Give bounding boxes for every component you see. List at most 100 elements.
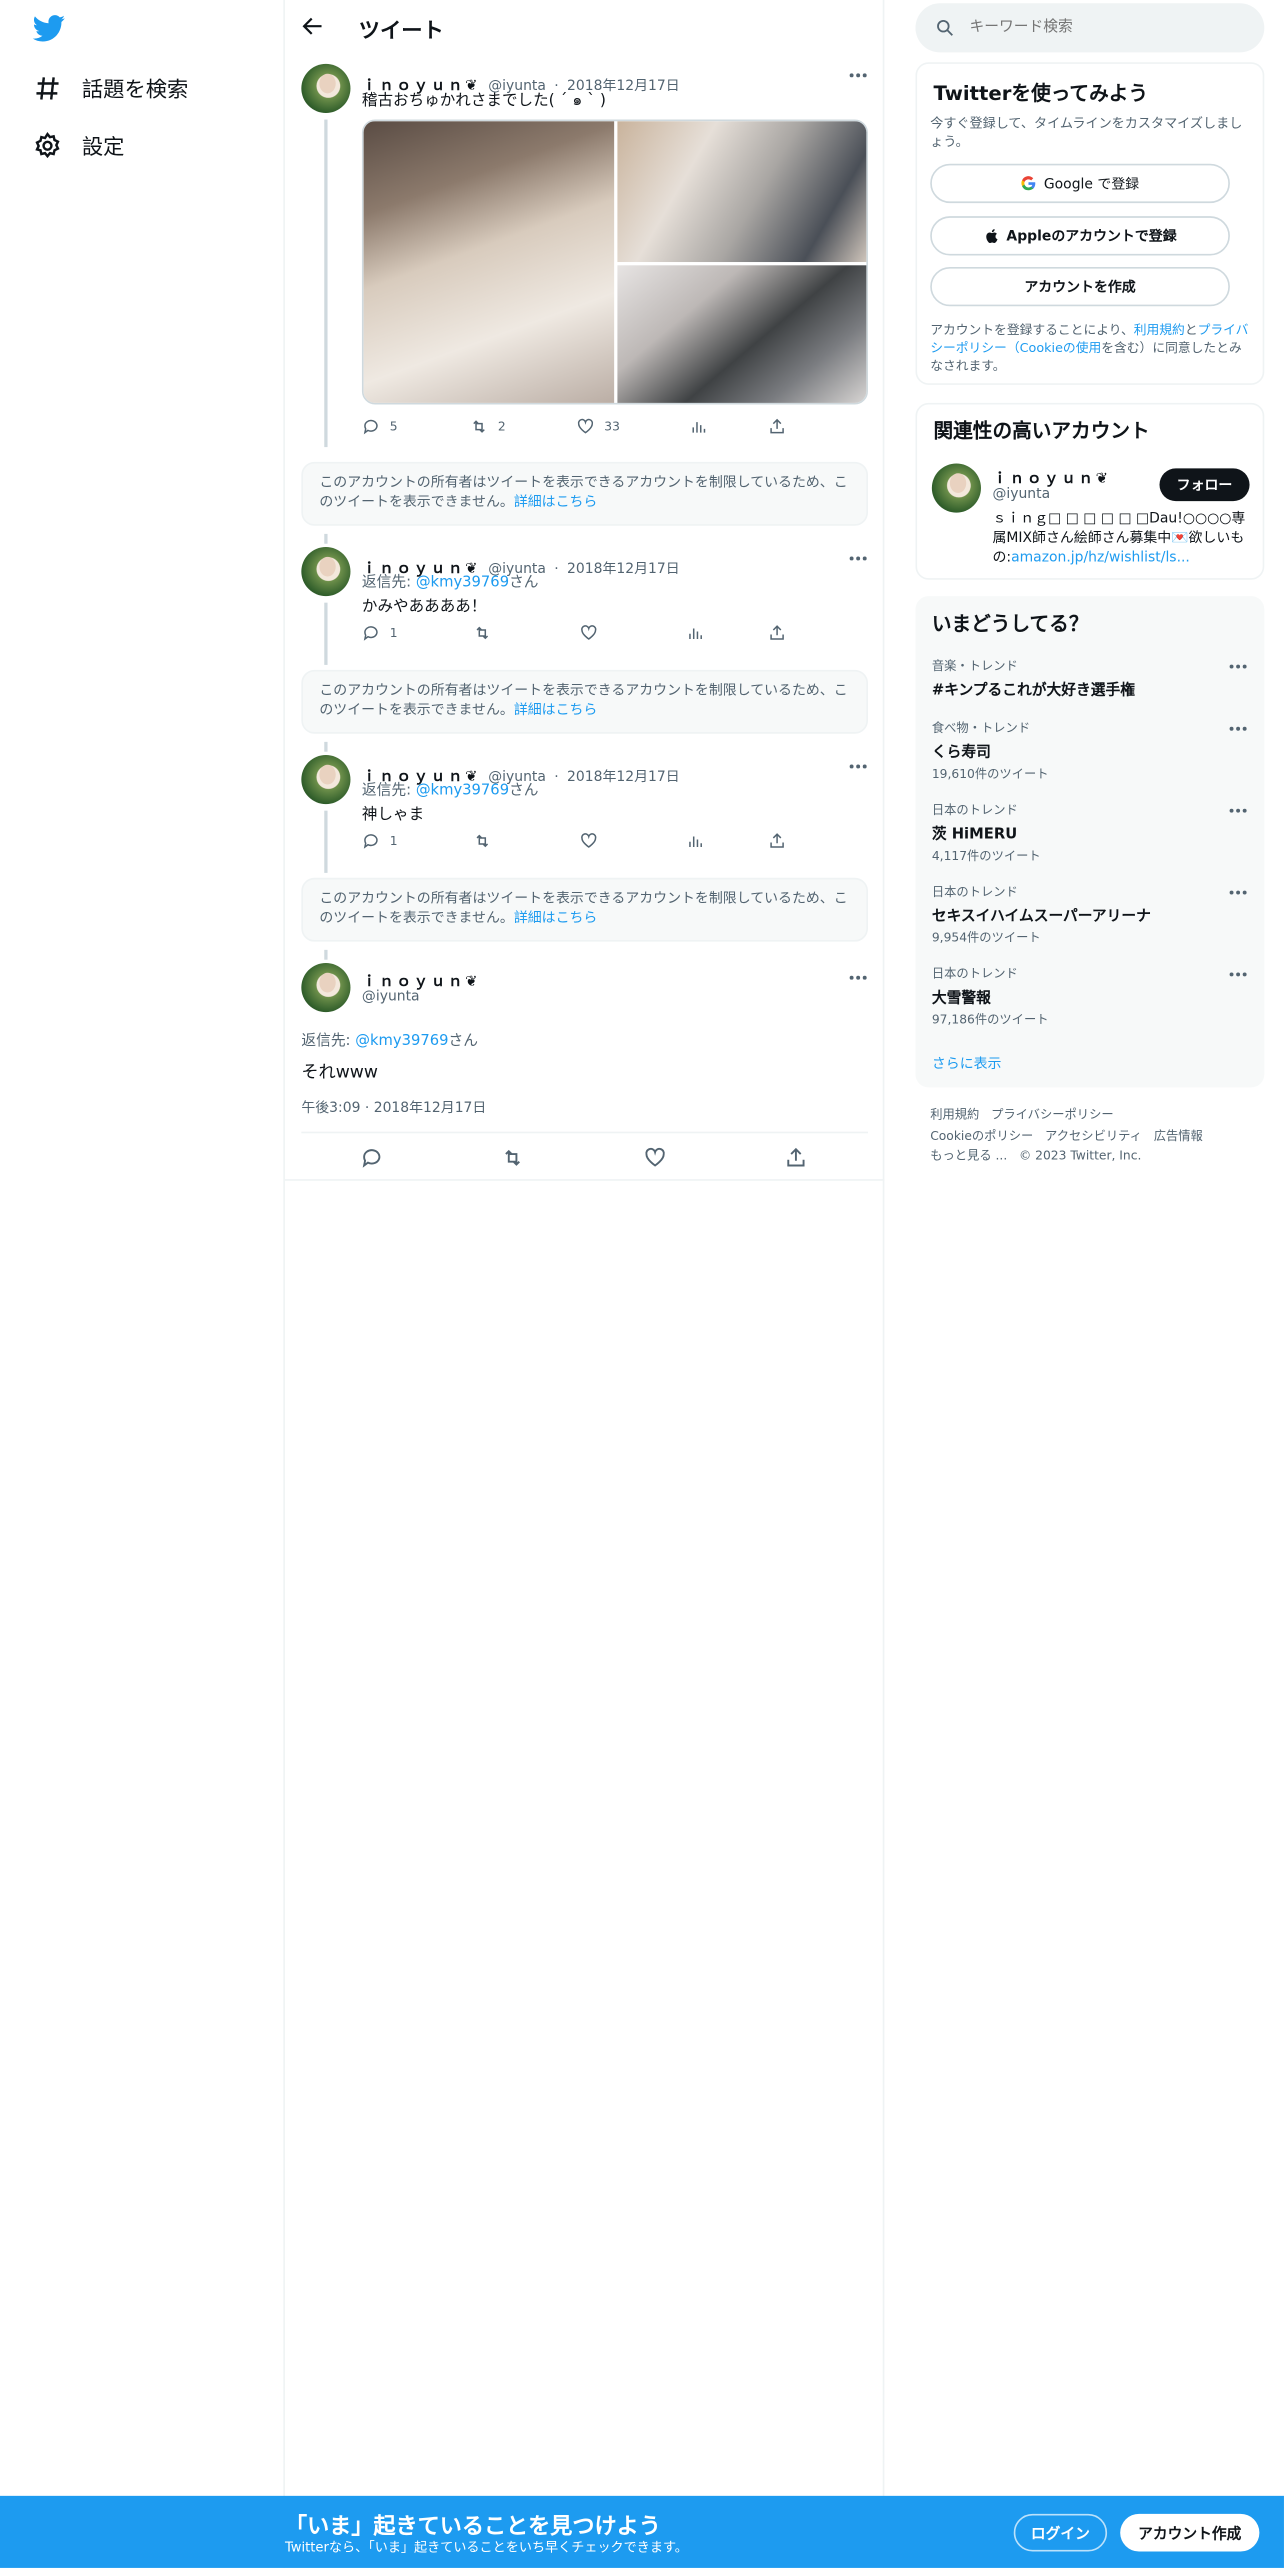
retweet-count: 2 [497,419,506,434]
tweet-2[interactable]: ｉｎｏｙｕｎ❦ @iyunta · 2018年12月17日 返信先: @kmy3… [285,533,884,665]
avatar[interactable] [301,962,351,1013]
footer-more-link[interactable]: もっと見る ... [930,1148,1007,1163]
follow-button[interactable]: フォロー [1159,468,1250,502]
trend-count: 9,954件のツイート [931,930,1041,945]
bottom-bar-title: 「いま」起きていることを見つけよう [284,2513,661,2541]
show-more-link[interactable]: さらに表示 [932,1053,1002,1072]
login-button[interactable]: ログイン [1013,2513,1108,2552]
trend-name: #キンプるこれが大好き選手権 [931,682,1135,700]
reply-to-link[interactable]: @kmy39769 [416,783,509,799]
more-options-icon[interactable] [1228,726,1248,733]
more-options-icon[interactable] [1228,889,1248,896]
tweet-photo-3[interactable] [617,265,867,403]
tweet-photo-2[interactable] [617,121,867,263]
reply-button[interactable]: 1 [362,832,398,850]
signup-card: Twitterを使ってみよう 今すぐ登録して、タイムラインをカスタマイズしましょ… [915,62,1265,385]
like-button[interactable] [580,832,608,850]
tweet-date[interactable]: 2018年12月17日 [567,770,680,786]
tweet-author-name[interactable]: ｉｎｏｙｕｎ❦ [362,970,480,990]
avatar[interactable] [301,63,351,114]
search-input[interactable] [969,14,1248,41]
reply-button[interactable]: 5 [362,418,398,436]
signup-button[interactable]: アカウント作成 [1120,2513,1260,2552]
related-title: 関連性の高いアカウント [933,419,1150,443]
retweet-button[interactable] [473,624,501,642]
terms-link[interactable]: 利用規約 [1134,323,1185,338]
share-button[interactable] [768,624,796,642]
related-name[interactable]: ｉｎｏｙｕｎ❦ [992,467,1110,488]
trend-count: 4,117件のツイート [931,848,1041,864]
search-box[interactable] [915,3,1265,53]
dot-separator: · [554,769,559,787]
trend-name: 茨 HiMERU [931,827,1018,844]
footer-ads-link[interactable]: 広告情報 [1154,1128,1203,1143]
avatar[interactable] [301,546,351,597]
share-icon [770,625,784,640]
learn-more-link[interactable]: 詳細はこちら [514,495,598,511]
analytics-button[interactable] [686,832,714,850]
trend-item[interactable]: 日本のトレンド 茨 HiMERU 4,117件のツイート [932,801,1251,865]
signup-title: Twitterを使ってみよう [933,81,1149,105]
analytics-button[interactable] [689,418,717,436]
share-button[interactable] [768,418,796,436]
apple-signup-button[interactable]: Appleのアカウントで登録 [930,216,1230,256]
reply-to-link[interactable]: @kmy39769 [416,575,509,591]
footer-cookie-link[interactable]: Cookieのポリシー [930,1128,1033,1143]
tweet-date[interactable]: 2018年12月17日 [567,562,680,578]
thread-line [324,119,328,448]
tweet-timestamp[interactable]: 午後3:09 · 2018年12月17日 [301,1097,486,1117]
google-signup-button[interactable]: Google で登録 [930,163,1230,204]
retweet-icon[interactable] [501,1146,524,1169]
google-icon [1022,176,1036,191]
retweet-button[interactable]: 2 [470,418,506,436]
tweet-author-handle[interactable]: @iyunta [362,989,420,1005]
tweet-3[interactable]: ｉｎｏｙｕｎ❦ @iyunta · 2018年12月17日 返信先: @kmy3… [285,741,884,873]
more-options-icon[interactable] [1228,971,1248,978]
reply-icon[interactable] [360,1146,383,1169]
bio-link[interactable]: amazon.jp/hz/wishlist/ls... [1011,550,1190,566]
trend-item[interactable]: 食べ物・トレンド くら寿司 19,610件のツイート [932,719,1251,783]
back-arrow-icon[interactable] [300,13,326,39]
share-button[interactable] [768,832,796,850]
avatar[interactable] [931,463,981,513]
trends-card: いまどうしてる？ 音楽・トレンド #キンプるこれが大好き選手権 食べ物・トレンド… [915,596,1265,1088]
trend-item[interactable]: 日本のトレンド セキスイハイムスーパーアリーナ 9,954件のツイート [932,883,1251,947]
avatar[interactable] [301,754,351,805]
analytics-icon [689,836,702,847]
analytics-icon [692,422,706,433]
retweet-button[interactable] [473,832,501,850]
trend-item[interactable]: 音楽・トレンド #キンプるこれが大好き選手権 [931,657,1251,700]
learn-more-link[interactable]: 詳細はこちら [514,703,598,719]
more-options-icon[interactable] [848,72,868,79]
share-icon[interactable] [784,1146,807,1169]
create-account-label: アカウントを作成 [1024,280,1136,297]
tweet-photo-1[interactable] [363,121,615,403]
nav-settings[interactable]: 設定 [33,129,125,161]
nav-explore[interactable]: 話題を検索 [33,72,188,103]
more-options-icon[interactable] [848,763,868,770]
related-handle[interactable]: @iyunta [992,486,1050,502]
learn-more-link[interactable]: 詳細はこちら [514,911,598,927]
analytics-button[interactable] [686,624,714,642]
heart-icon[interactable] [644,1146,667,1169]
more-options-icon[interactable] [1228,663,1248,670]
footer-accessibility-link[interactable]: アクセシビリティ [1045,1128,1142,1143]
tweet-media-grid[interactable] [361,119,868,405]
related-bio: ｓｉｎｇ□ □ □ □ □ □Dau!○○○○専属MIX師さん絵師さん募集中💌欲… [992,510,1246,567]
footer-terms-link[interactable]: 利用規約 [930,1107,979,1122]
create-account-button[interactable]: アカウントを作成 [930,266,1230,307]
like-button[interactable]: 33 [576,418,620,436]
more-options-icon[interactable] [1228,807,1248,814]
more-options-icon[interactable] [848,555,868,562]
trend-item[interactable]: 日本のトレンド 大雪警報 97,186件のツイート [932,965,1251,1029]
reply-to-link[interactable]: @kmy39769 [355,1033,448,1049]
more-options-icon[interactable] [848,974,868,981]
restricted-notice: このアカウントの所有者はツイートを表示できるアカウントを制限しているため、このツ… [301,461,868,526]
like-button[interactable] [580,624,608,642]
reply-button[interactable]: 1 [362,624,398,642]
thread-line-top [324,533,328,544]
twitter-logo-icon[interactable] [32,15,66,43]
nav-settings-label: 設定 [81,135,125,161]
footer-privacy-link[interactable]: プライバシーポリシー [991,1107,1114,1122]
share-icon [770,833,784,848]
